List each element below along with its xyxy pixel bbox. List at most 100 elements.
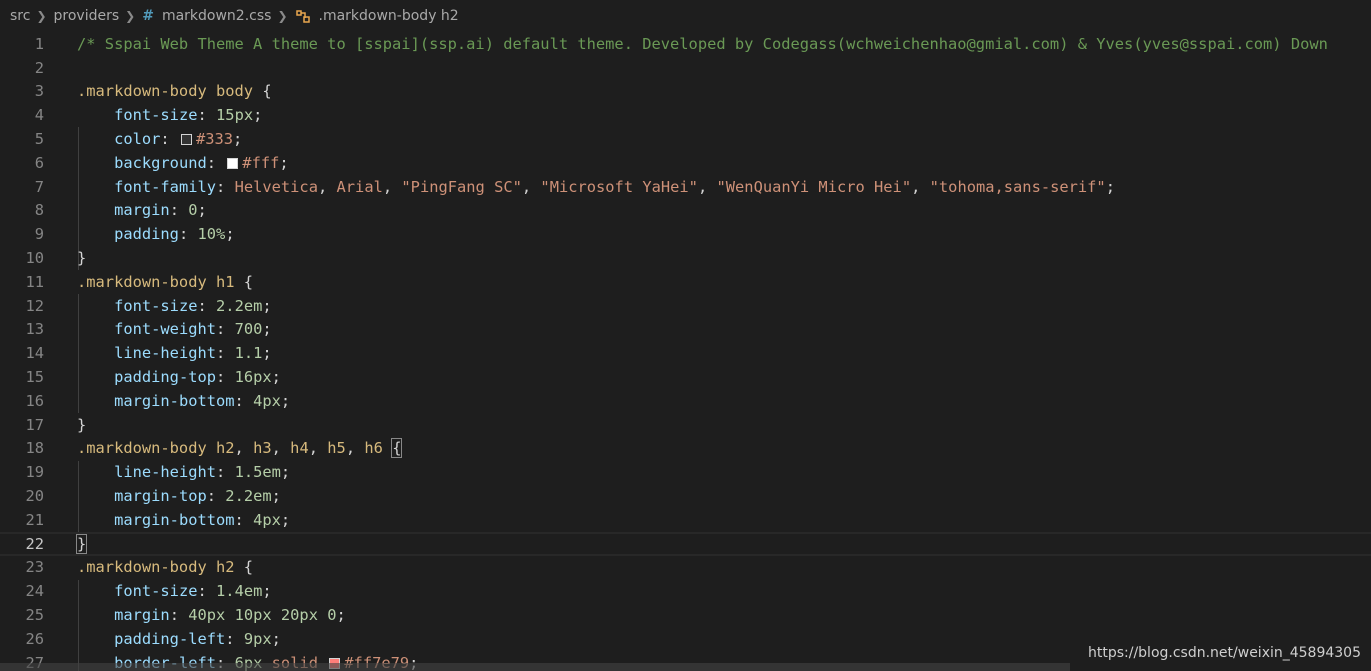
line-number: 18 — [25, 439, 44, 458]
css-value: #333 — [195, 130, 234, 149]
css-property: margin-bottom — [114, 510, 235, 529]
code-content: } — [75, 533, 88, 554]
css-property: margin — [114, 606, 170, 625]
css-property: color — [114, 130, 161, 149]
code-line: 14 line-height: 1.1; — [0, 341, 1371, 365]
line-number: 16 — [25, 391, 44, 410]
code-content: } — [77, 415, 87, 434]
code-line: 16 margin-bottom: 4px; — [0, 389, 1371, 413]
code-line: 15 padding-top: 16px; — [0, 365, 1371, 389]
code-content: background: #fff; — [114, 153, 289, 172]
line-number: 25 — [25, 606, 44, 625]
line-number: 17 — [25, 415, 44, 434]
code-line: 5 color: #333; — [0, 127, 1371, 151]
code-content: font-weight: 700; — [114, 320, 272, 339]
line-number: 2 — [34, 58, 44, 77]
line-number: 12 — [25, 296, 44, 315]
css-value: 1.4em — [216, 582, 263, 601]
color-swatch-icon[interactable] — [227, 157, 239, 169]
line-number: 26 — [25, 629, 44, 648]
code-line: 4 font-size: 15px; — [0, 103, 1371, 127]
code-line: 13 font-weight: 700; — [0, 318, 1371, 342]
code-content: padding: 10%; — [114, 225, 235, 244]
css-selector: .markdown-body body — [77, 82, 254, 101]
code-content: line-height: 1.1; — [114, 344, 272, 363]
css-property: line-height — [114, 463, 217, 482]
css-value: 4px — [253, 391, 281, 410]
code-content: .markdown-body h1 { — [77, 272, 254, 291]
css-value: Arial — [336, 177, 383, 196]
css-value: 40px 10px 20px 0 — [188, 606, 337, 625]
line-number: 10 — [25, 249, 44, 268]
breadcrumb-item-src[interactable]: src — [10, 8, 30, 24]
code-line: 6 background: #fff; — [0, 151, 1371, 175]
css-value: 9px — [243, 629, 272, 648]
css-value: 0 — [188, 201, 198, 220]
code-content: .markdown-body h2 { — [77, 558, 254, 577]
chevron-right-icon: ❯ — [277, 9, 288, 23]
line-number: 23 — [25, 558, 44, 577]
css-property: padding — [114, 225, 179, 244]
css-selector: h4 — [290, 439, 309, 458]
css-property: margin — [114, 201, 170, 220]
code-content: font-size: 1.4em; — [114, 582, 272, 601]
css-value: 2.2em — [216, 296, 263, 315]
css-string: "Microsoft YaHei" — [540, 177, 698, 196]
line-number: 15 — [25, 368, 44, 387]
css-property: margin-bottom — [114, 391, 235, 410]
css-selector: h3 — [253, 439, 272, 458]
code-content: margin-bottom: 4px; — [114, 510, 291, 529]
code-line: 1 /* Sspai Web Theme A theme to [sspai](… — [0, 32, 1371, 56]
code-line-current: 22 } — [0, 531, 1371, 556]
breadcrumb: src ❯ providers ❯ # markdown2.css ❯ .mar… — [0, 0, 1371, 32]
bracket-match-highlight: } — [75, 533, 88, 554]
breadcrumb-item-symbol[interactable]: .markdown-body h2 — [295, 8, 459, 24]
css-property: padding-left — [114, 629, 226, 648]
line-number: 5 — [34, 130, 44, 149]
line-number: 13 — [25, 320, 44, 339]
css-property: padding-top — [114, 368, 217, 387]
code-content: margin: 0; — [114, 201, 207, 220]
css-value: #fff — [242, 153, 280, 172]
css-string: "WenQuanYi Micro Hei" — [716, 177, 912, 196]
line-number: 1 — [34, 34, 44, 53]
horizontal-scrollbar[interactable] — [0, 663, 1070, 671]
color-swatch-icon[interactable] — [180, 134, 192, 146]
line-number: 22 — [25, 534, 44, 553]
code-content: margin: 40px 10px 20px 0; — [114, 606, 346, 625]
code-content: margin-bottom: 4px; — [114, 391, 291, 410]
css-property: font-size — [114, 106, 198, 125]
code-line: 17 } — [0, 413, 1371, 437]
chevron-right-icon: ❯ — [125, 9, 136, 23]
css-property: font-size — [114, 582, 198, 601]
breadcrumb-item-file[interactable]: # markdown2.css — [142, 8, 271, 24]
code-content: padding-left: 9px; — [114, 629, 281, 648]
breadcrumb-item-providers[interactable]: providers — [54, 8, 120, 24]
css-selector: h5 — [327, 439, 346, 458]
code-line: 25 margin: 40px 10px 20px 0; — [0, 603, 1371, 627]
css-value: 1.5em — [234, 463, 281, 482]
css-value: Helvetica — [234, 177, 318, 196]
code-line: 18 .markdown-body h2, h3, h4, h5, h6 { — [0, 437, 1371, 461]
code-editor[interactable]: 1 /* Sspai Web Theme A theme to [sspai](… — [0, 32, 1371, 671]
code-content: } — [77, 249, 87, 268]
code-line: 11 .markdown-body h1 { — [0, 270, 1371, 294]
code-content: font-size: 2.2em; — [114, 296, 272, 315]
code-line: 21 margin-bottom: 4px; — [0, 508, 1371, 532]
line-number: 21 — [25, 510, 44, 529]
code-line: 19 line-height: 1.5em; — [0, 460, 1371, 484]
line-number: 11 — [25, 272, 44, 291]
line-number: 19 — [25, 463, 44, 482]
code-line: 12 font-size: 2.2em; — [0, 294, 1371, 318]
css-selector: .markdown-body h2 — [77, 439, 235, 458]
line-number: 14 — [25, 344, 44, 363]
code-line: 10 } — [0, 246, 1371, 270]
css-selector: h6 — [364, 439, 383, 458]
css-string: "tohoma,sans-serif" — [929, 177, 1106, 196]
code-line: 8 margin: 0; — [0, 199, 1371, 223]
css-value: 2.2em — [225, 487, 272, 506]
css-property: font-size — [114, 296, 198, 315]
css-selector-symbol-icon — [295, 8, 313, 24]
code-line: 2 — [0, 56, 1371, 80]
code-line: 23 .markdown-body h2 { — [0, 556, 1371, 580]
